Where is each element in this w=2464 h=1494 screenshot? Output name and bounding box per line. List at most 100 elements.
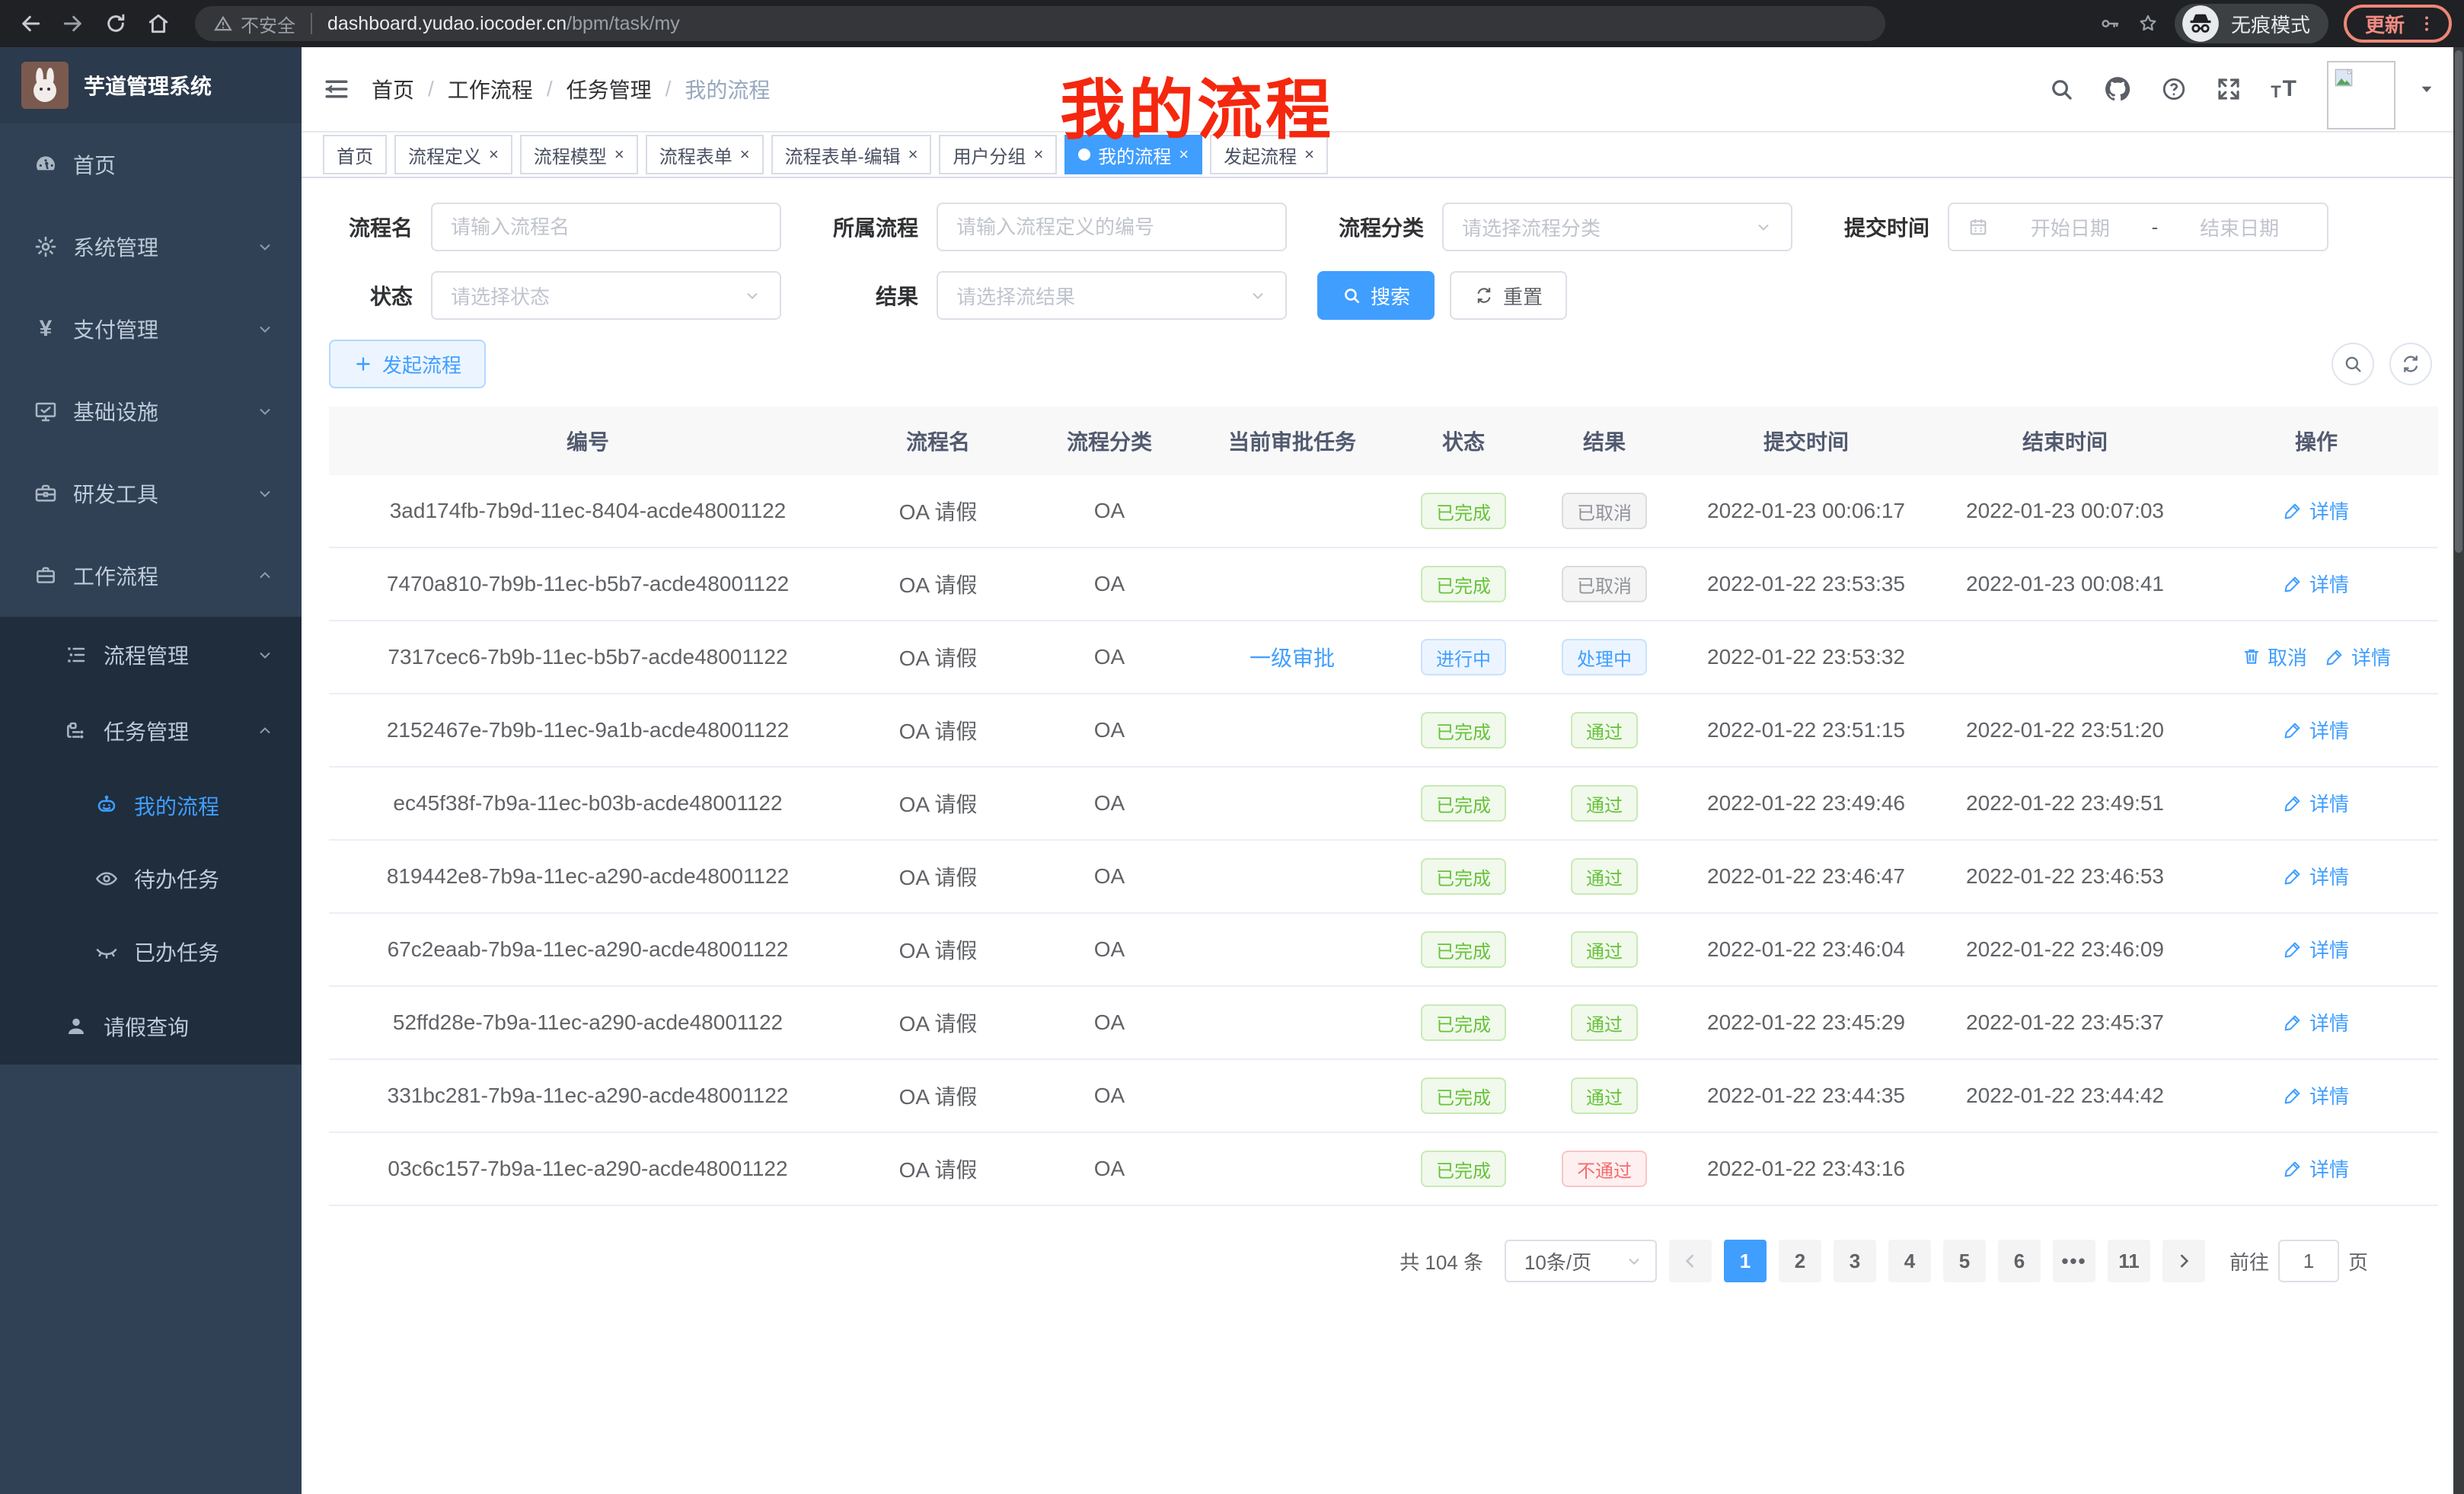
submit-time-range[interactable]: 开始日期 - 结束日期	[1948, 203, 2328, 251]
sidebar-item-10[interactable]: 已办任务	[0, 915, 302, 988]
definition-input[interactable]	[956, 215, 1267, 239]
breadcrumb-item-1[interactable]: 工作流程	[448, 74, 533, 104]
browser-back-icon[interactable]	[9, 2, 52, 45]
show-search-toggle-button[interactable]	[2332, 343, 2374, 385]
tab-label: 流程定义	[408, 142, 481, 168]
sidebar-logo[interactable]: 芋道管理系统	[0, 47, 302, 123]
fullscreen-icon[interactable]	[2216, 76, 2242, 102]
sidebar-item-0[interactable]: 首页	[0, 123, 302, 206]
cell-result: 已取消	[1532, 566, 1677, 602]
browser-toolbar: 不安全 dashboard.yudao.iocoder.cn/bpm/task/…	[0, 0, 2464, 47]
cell-submit-time: 2022-01-23 00:06:17	[1677, 499, 1936, 523]
start-date-placeholder[interactable]: 开始日期	[2001, 213, 2140, 241]
pen-icon	[2284, 866, 2303, 886]
row-action-detail[interactable]: 详情	[2284, 789, 2349, 817]
goto-label: 前往	[2229, 1247, 2269, 1275]
page-button-6[interactable]: 6	[1998, 1240, 2041, 1282]
cell-actions: 详情	[2194, 496, 2438, 526]
row-action-detail[interactable]: 详情	[2284, 496, 2349, 525]
next-page-button[interactable]	[2162, 1240, 2205, 1282]
cell-result: 已取消	[1532, 493, 1677, 529]
hamburger-icon[interactable]	[323, 75, 350, 103]
address-bar[interactable]: 不安全 dashboard.yudao.iocoder.cn/bpm/task/…	[195, 6, 1885, 41]
sidebar-item-8[interactable]: 我的流程	[0, 769, 302, 842]
sidebar-item-11[interactable]: 请假查询	[0, 988, 302, 1065]
close-icon[interactable]: ×	[489, 145, 499, 164]
category-select[interactable]: 请选择流程分类	[1442, 203, 1792, 251]
avatar[interactable]	[2327, 61, 2395, 129]
help-icon[interactable]	[2161, 76, 2187, 102]
sidebar-item-3[interactable]: 基础设施	[0, 370, 302, 452]
key-icon[interactable]	[2099, 12, 2121, 35]
search-button[interactable]: 搜索	[1317, 271, 1435, 320]
name-input[interactable]	[451, 215, 761, 239]
row-action-detail[interactable]: 详情	[2284, 570, 2349, 598]
page-size-select[interactable]: 10条/页	[1505, 1240, 1657, 1282]
row-action-detail[interactable]: 详情	[2284, 935, 2349, 963]
tab-1[interactable]: 流程定义 ×	[394, 135, 512, 174]
cell-current-task[interactable]: 一级审批	[1189, 642, 1395, 672]
row-action-cancel[interactable]: 取消	[2242, 643, 2307, 671]
scrollbar-thumb[interactable]	[2455, 50, 2462, 553]
sidebar-item-label: 流程管理	[104, 640, 189, 670]
window-scrollbar[interactable]	[2453, 47, 2464, 1494]
pen-icon	[2284, 720, 2303, 739]
sidebar-item-5[interactable]: 工作流程	[0, 535, 302, 617]
row-action-detail[interactable]: 详情	[2284, 1081, 2349, 1109]
sidebar-item-7[interactable]: 任务管理	[0, 693, 302, 769]
sidebar-item-4[interactable]: 研发工具	[0, 452, 302, 535]
sidebar-item-9[interactable]: 待办任务	[0, 842, 302, 915]
browser-forward-icon[interactable]	[52, 2, 94, 45]
cell-result: 处理中	[1532, 639, 1677, 675]
tab-0[interactable]: 首页	[323, 135, 387, 174]
sidebar-item-6[interactable]: 流程管理	[0, 617, 302, 693]
cell-status: 已完成	[1395, 1077, 1532, 1114]
result-select[interactable]: 请选择流结果	[937, 271, 1287, 320]
browser-update-button[interactable]: 更新	[2344, 5, 2452, 43]
row-action-detail[interactable]: 详情	[2325, 643, 2391, 671]
goto-page-input[interactable]	[2278, 1240, 2339, 1282]
column-header-4: 状态	[1395, 426, 1532, 456]
row-action-detail[interactable]: 详情	[2284, 1154, 2349, 1183]
tab-5[interactable]: 用户分组×	[939, 135, 1057, 174]
close-icon[interactable]: ×	[1033, 145, 1043, 164]
row-action-detail[interactable]: 详情	[2284, 1008, 2349, 1036]
browser-reload-icon[interactable]	[94, 2, 137, 45]
monitor-icon	[34, 399, 58, 423]
tab-3[interactable]: 流程表单×	[646, 135, 764, 174]
header-search-icon[interactable]	[2048, 76, 2074, 102]
end-date-placeholder[interactable]: 结束日期	[2170, 213, 2309, 241]
security-warning[interactable]: 不安全	[213, 11, 295, 37]
row-action-detail[interactable]: 详情	[2284, 716, 2349, 744]
breadcrumb-item-2[interactable]: 任务管理	[567, 74, 652, 104]
prev-page-button[interactable]	[1669, 1240, 1712, 1282]
bookmark-star-icon[interactable]	[2137, 12, 2159, 35]
close-icon[interactable]: ×	[614, 145, 624, 164]
avatar-caret-icon[interactable]	[2418, 81, 2435, 97]
status-select[interactable]: 请选择状态	[431, 271, 781, 320]
pager-ellipsis[interactable]: •••	[2053, 1240, 2095, 1282]
sidebar-item-1[interactable]: 系统管理	[0, 206, 302, 288]
page-button-2[interactable]: 2	[1779, 1240, 1821, 1282]
page-button-5[interactable]: 5	[1943, 1240, 1986, 1282]
cell-category: OA	[1029, 791, 1189, 816]
github-icon[interactable]	[2103, 75, 2132, 104]
column-header-1: 流程名	[847, 426, 1029, 456]
row-action-detail[interactable]: 详情	[2284, 862, 2349, 890]
refresh-table-button[interactable]	[2389, 343, 2432, 385]
close-icon[interactable]: ×	[908, 145, 918, 164]
cell-id: 3ad174fb-7b9d-11ec-8404-acde48001122	[329, 499, 847, 523]
page-button-4[interactable]: 4	[1888, 1240, 1931, 1282]
page-button-3[interactable]: 3	[1834, 1240, 1876, 1282]
tab-2[interactable]: 流程模型×	[520, 135, 638, 174]
create-process-button[interactable]: 发起流程	[329, 340, 486, 388]
browser-home-icon[interactable]	[137, 2, 180, 45]
reset-button[interactable]: 重置	[1450, 271, 1567, 320]
page-button-11[interactable]: 11	[2108, 1240, 2150, 1282]
font-size-icon[interactable]: TT	[2271, 76, 2298, 102]
page-button-1[interactable]: 1	[1724, 1240, 1767, 1282]
breadcrumb-item-0[interactable]: 首页	[372, 74, 414, 104]
close-icon[interactable]: ×	[740, 145, 750, 164]
tab-4[interactable]: 流程表单-编辑×	[771, 135, 932, 174]
sidebar-item-2[interactable]: ¥支付管理	[0, 288, 302, 370]
